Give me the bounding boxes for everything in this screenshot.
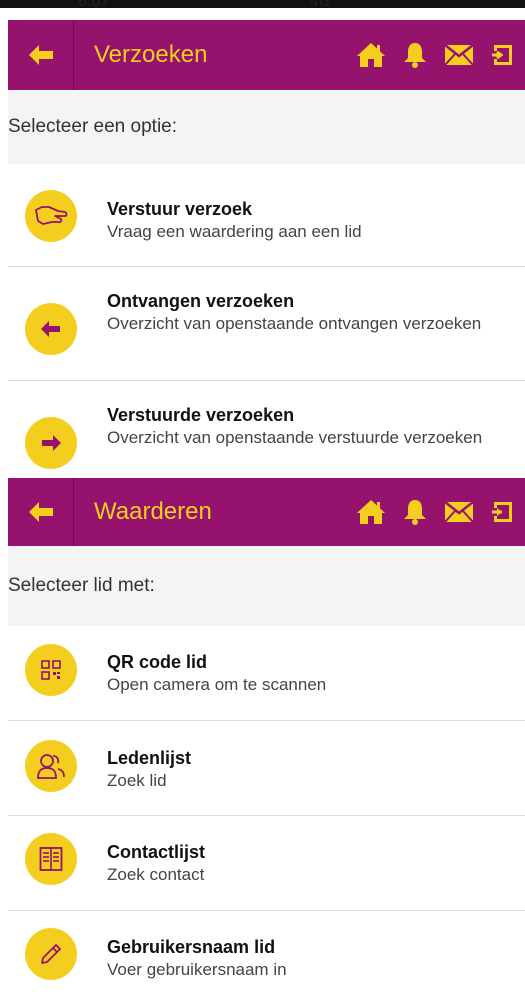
messages-button[interactable] bbox=[437, 44, 481, 66]
item-subtitle: Overzicht van openstaande ontvangen verz… bbox=[107, 314, 482, 333]
home-icon bbox=[357, 500, 385, 524]
logout-icon bbox=[492, 45, 512, 65]
pencil-icon bbox=[41, 944, 61, 964]
item-icon-circle bbox=[25, 303, 77, 355]
qr-code-icon bbox=[41, 660, 61, 680]
item-subtitle: Open camera om te scannen bbox=[107, 675, 327, 694]
mail-icon bbox=[444, 501, 474, 523]
page-title: Waarderen bbox=[94, 498, 212, 525]
app-bar-waarderen: Waarderen bbox=[8, 478, 525, 546]
item-subtitle: Zoek lid bbox=[107, 771, 167, 790]
item-subtitle: Voer gebruikersnaam in bbox=[107, 960, 287, 979]
item-subtitle: Overzicht van openstaande verstuurde ver… bbox=[107, 428, 483, 447]
item-title: Verstuur verzoek bbox=[107, 199, 253, 219]
app-bar-verzoeken: Verzoeken bbox=[8, 20, 525, 90]
item-title: Ledenlijst bbox=[107, 748, 192, 768]
home-button[interactable] bbox=[349, 499, 393, 525]
back-button[interactable] bbox=[8, 20, 74, 90]
bell-icon bbox=[404, 43, 426, 68]
section-header: Selecteer lid met: bbox=[8, 546, 525, 626]
item-title: QR code lid bbox=[107, 652, 208, 672]
home-button[interactable] bbox=[349, 42, 393, 68]
section-header: Selecteer een optie: bbox=[8, 90, 525, 164]
home-icon bbox=[357, 43, 385, 67]
mail-icon bbox=[444, 44, 474, 66]
arrow-left-icon bbox=[28, 502, 53, 522]
book-icon bbox=[39, 847, 63, 871]
item-title: Gebruikersnaam lid bbox=[107, 937, 276, 957]
list-item-ontvangen-verzoeken[interactable]: Ontvangen verzoeken Overzicht van openst… bbox=[8, 267, 525, 381]
item-icon-circle bbox=[25, 833, 77, 885]
item-title: Ontvangen verzoeken bbox=[107, 291, 295, 311]
list-item-qr-code-lid[interactable]: QR code lid Open camera om te scannen bbox=[8, 626, 525, 721]
status-bar: 6:07 4G bbox=[0, 0, 525, 20]
status-signal: 4G bbox=[310, 0, 330, 10]
logout-icon bbox=[492, 502, 512, 522]
item-title: Contactlijst bbox=[107, 842, 206, 862]
list-item-verstuur-verzoek[interactable]: Verstuur verzoek Vraag een waardering aa… bbox=[8, 164, 525, 267]
notifications-button[interactable] bbox=[393, 499, 437, 525]
back-button[interactable] bbox=[8, 478, 74, 546]
page-title: Verzoeken bbox=[94, 41, 208, 68]
bell-icon bbox=[404, 500, 426, 525]
arrow-right-icon bbox=[42, 435, 61, 451]
item-icon-circle bbox=[25, 417, 77, 469]
item-subtitle: Vraag een waardering aan een lid bbox=[107, 222, 362, 241]
notifications-button[interactable] bbox=[393, 42, 437, 68]
list-item-ledenlijst[interactable]: Ledenlijst Zoek lid bbox=[8, 721, 525, 816]
arrow-left-icon bbox=[28, 45, 53, 65]
hand-icon bbox=[35, 206, 68, 225]
item-icon-circle bbox=[25, 644, 77, 696]
status-time: 6:07 bbox=[78, 0, 110, 10]
list-item-gebruikersnaam-lid[interactable]: Gebruikersnaam lid Voer gebruikersnaam i… bbox=[8, 911, 525, 999]
list-item-contactlijst[interactable]: Contactlijst Zoek contact bbox=[8, 816, 525, 911]
members-icon bbox=[37, 754, 65, 779]
item-icon-circle bbox=[25, 190, 77, 242]
arrow-left-icon bbox=[41, 321, 60, 337]
item-icon-circle bbox=[25, 928, 77, 980]
logout-button[interactable] bbox=[481, 500, 525, 524]
logout-button[interactable] bbox=[481, 43, 525, 67]
messages-button[interactable] bbox=[437, 501, 481, 523]
item-title: Verstuurde verzoeken bbox=[107, 405, 295, 425]
item-subtitle: Zoek contact bbox=[107, 865, 205, 884]
item-icon-circle bbox=[25, 740, 77, 792]
list-item-verstuurde-verzoeken[interactable]: Verstuurde verzoeken Overzicht van opens… bbox=[8, 381, 525, 478]
